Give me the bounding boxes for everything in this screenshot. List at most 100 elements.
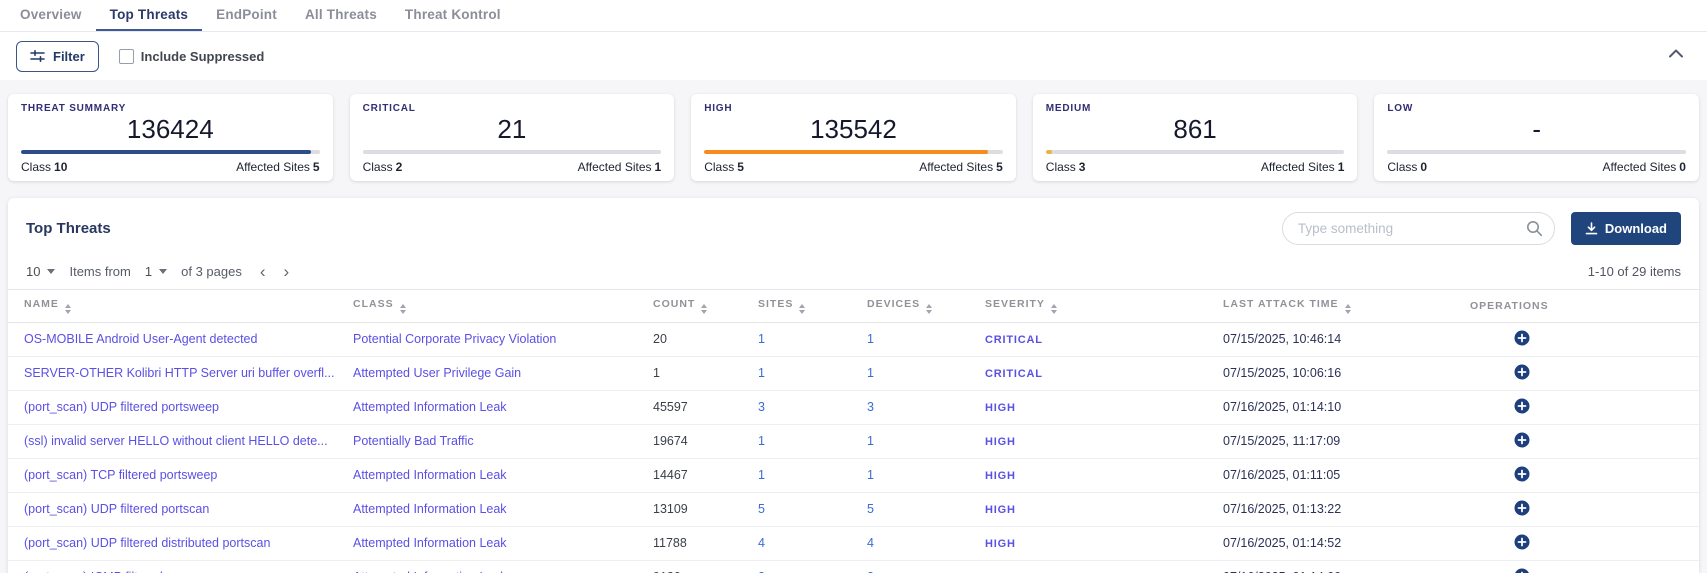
devices-link[interactable]: 1 — [867, 468, 874, 482]
threat-name-link[interactable]: (port_scan) TCP filtered portsweep — [24, 468, 217, 482]
count-cell: 11788 — [653, 536, 687, 550]
plus-circle-icon — [1514, 538, 1530, 553]
devices-link[interactable]: 4 — [867, 536, 874, 550]
affected-sites-count: 1 — [655, 160, 662, 174]
threat-class-link[interactable]: Attempted Information Leak — [353, 536, 507, 550]
sort-icon — [926, 304, 932, 314]
card-value: - — [1387, 115, 1686, 145]
column-header-label: CLASS — [353, 298, 394, 310]
add-operation-button[interactable] — [1514, 466, 1530, 482]
add-operation-button[interactable] — [1514, 330, 1530, 346]
plus-circle-icon — [1514, 436, 1530, 451]
download-button-label: Download — [1605, 221, 1667, 236]
class-label: Class — [704, 160, 734, 174]
prev-page-button[interactable]: ‹ — [260, 263, 266, 280]
sites-link[interactable]: 4 — [758, 536, 765, 550]
search-input[interactable] — [1282, 212, 1555, 245]
sort-icon — [701, 304, 707, 314]
tab-top-threats[interactable]: Top Threats — [96, 0, 202, 31]
column-header[interactable]: LAST ATTACK TIME — [1223, 289, 1470, 322]
add-operation-button[interactable] — [1514, 364, 1530, 380]
column-header[interactable]: COUNT — [653, 289, 758, 322]
filter-button[interactable]: Filter — [16, 41, 99, 72]
sites-link[interactable]: 1 — [758, 366, 765, 380]
threat-name-link[interactable]: (port_scan) UDP filtered distributed por… — [24, 536, 270, 550]
filter-sliders-icon — [30, 49, 45, 63]
checkbox-box[interactable] — [119, 49, 134, 64]
affected-sites-count: 5 — [996, 160, 1003, 174]
sort-icon — [65, 304, 71, 314]
threat-class-link[interactable]: Attempted User Privilege Gain — [353, 366, 521, 380]
threat-name-link[interactable]: (port_scan) UDP filtered portsweep — [24, 400, 219, 414]
download-button[interactable]: Download — [1571, 212, 1681, 245]
panel-header: Top Threats Download — [8, 198, 1699, 255]
page-size-select[interactable]: 10 — [26, 264, 55, 279]
devices-link[interactable]: 3 — [867, 400, 874, 414]
card-progress-fill — [1046, 150, 1052, 154]
page-select[interactable]: 1 — [145, 264, 167, 279]
collapse-chevron-up-icon[interactable] — [1669, 49, 1683, 58]
tab-all-threats[interactable]: All Threats — [291, 0, 391, 31]
card-title: MEDIUM — [1046, 103, 1345, 114]
sites-link[interactable]: 3 — [758, 400, 765, 414]
threats-table: NAME CLASS COUNT SITES DEVIC — [8, 289, 1699, 573]
pages-count-label: of 3 pages — [181, 264, 242, 279]
card-title: HIGH — [704, 103, 1003, 114]
table-row: (port_scan) UDP filtered portsweep Attem… — [8, 390, 1699, 424]
column-header-label: NAME — [24, 298, 59, 310]
threat-name-link[interactable]: OS-MOBILE Android User-Agent detected — [24, 332, 257, 346]
card-progress-fill — [21, 150, 311, 154]
devices-link[interactable]: 5 — [867, 502, 874, 516]
column-header[interactable]: DEVICES — [867, 289, 985, 322]
column-header-label: LAST ATTACK TIME — [1223, 298, 1339, 310]
sites-link[interactable]: 5 — [758, 502, 765, 516]
card-progress-bar — [363, 150, 662, 154]
sites-link[interactable]: 1 — [758, 468, 765, 482]
card-title: THREAT SUMMARY — [21, 103, 320, 114]
items-range-label: 1-10 of 29 items — [1588, 264, 1681, 279]
class-count: 10 — [54, 160, 67, 174]
severity-badge: HIGH — [985, 538, 1016, 550]
column-header[interactable]: NAME — [8, 289, 353, 322]
top-nav-bar: Overview Top Threats EndPoint All Threat… — [0, 0, 1707, 32]
card-title: CRITICAL — [363, 103, 662, 114]
tab-endpoint[interactable]: EndPoint — [202, 0, 291, 31]
sites-link[interactable]: 1 — [758, 332, 765, 346]
column-header[interactable]: SITES — [758, 289, 867, 322]
card-progress-bar — [1046, 150, 1345, 154]
add-operation-button[interactable] — [1514, 534, 1530, 550]
column-header[interactable]: CLASS — [353, 289, 653, 322]
threat-name-link[interactable]: SERVER-OTHER Kolibri HTTP Server uri buf… — [24, 366, 335, 380]
column-header[interactable]: OPERATIONS — [1470, 289, 1699, 322]
next-page-button[interactable]: › — [284, 263, 290, 280]
threat-class-link[interactable]: Attempted Information Leak — [353, 468, 507, 482]
search-icon[interactable] — [1526, 220, 1543, 237]
column-header[interactable]: SEVERITY — [985, 289, 1223, 322]
include-suppressed-checkbox[interactable]: Include Suppressed — [119, 49, 265, 64]
threat-class-link[interactable]: Attempted Information Leak — [353, 400, 507, 414]
class-label: Class — [21, 160, 51, 174]
search-box — [1282, 212, 1555, 245]
sites-link[interactable]: 1 — [758, 434, 765, 448]
threat-name-link[interactable]: (ssl) invalid server HELLO without clien… — [24, 434, 328, 448]
add-operation-button[interactable] — [1514, 568, 1530, 573]
tab-threat-kontrol[interactable]: Threat Kontrol — [391, 0, 515, 31]
sort-icon — [1345, 304, 1351, 314]
devices-link[interactable]: 1 — [867, 366, 874, 380]
add-operation-button[interactable] — [1514, 398, 1530, 414]
threat-class-link[interactable]: Potential Corporate Privacy Violation — [353, 332, 556, 346]
add-operation-button[interactable] — [1514, 500, 1530, 516]
affected-sites-count: 0 — [1679, 160, 1686, 174]
card-progress-bar — [704, 150, 1003, 154]
last-attack-time: 07/15/2025, 10:06:16 — [1223, 366, 1341, 380]
threat-class-link[interactable]: Attempted Information Leak — [353, 502, 507, 516]
threat-name-link[interactable]: (port_scan) UDP filtered portscan — [24, 502, 209, 516]
class-count: 5 — [737, 160, 744, 174]
threat-class-link[interactable]: Potentially Bad Traffic — [353, 434, 474, 448]
devices-link[interactable]: 1 — [867, 332, 874, 346]
tab-overview[interactable]: Overview — [6, 0, 96, 31]
add-operation-button[interactable] — [1514, 432, 1530, 448]
table-row: (ssl) invalid server HELLO without clien… — [8, 424, 1699, 458]
devices-link[interactable]: 1 — [867, 434, 874, 448]
count-cell: 1 — [653, 366, 660, 380]
